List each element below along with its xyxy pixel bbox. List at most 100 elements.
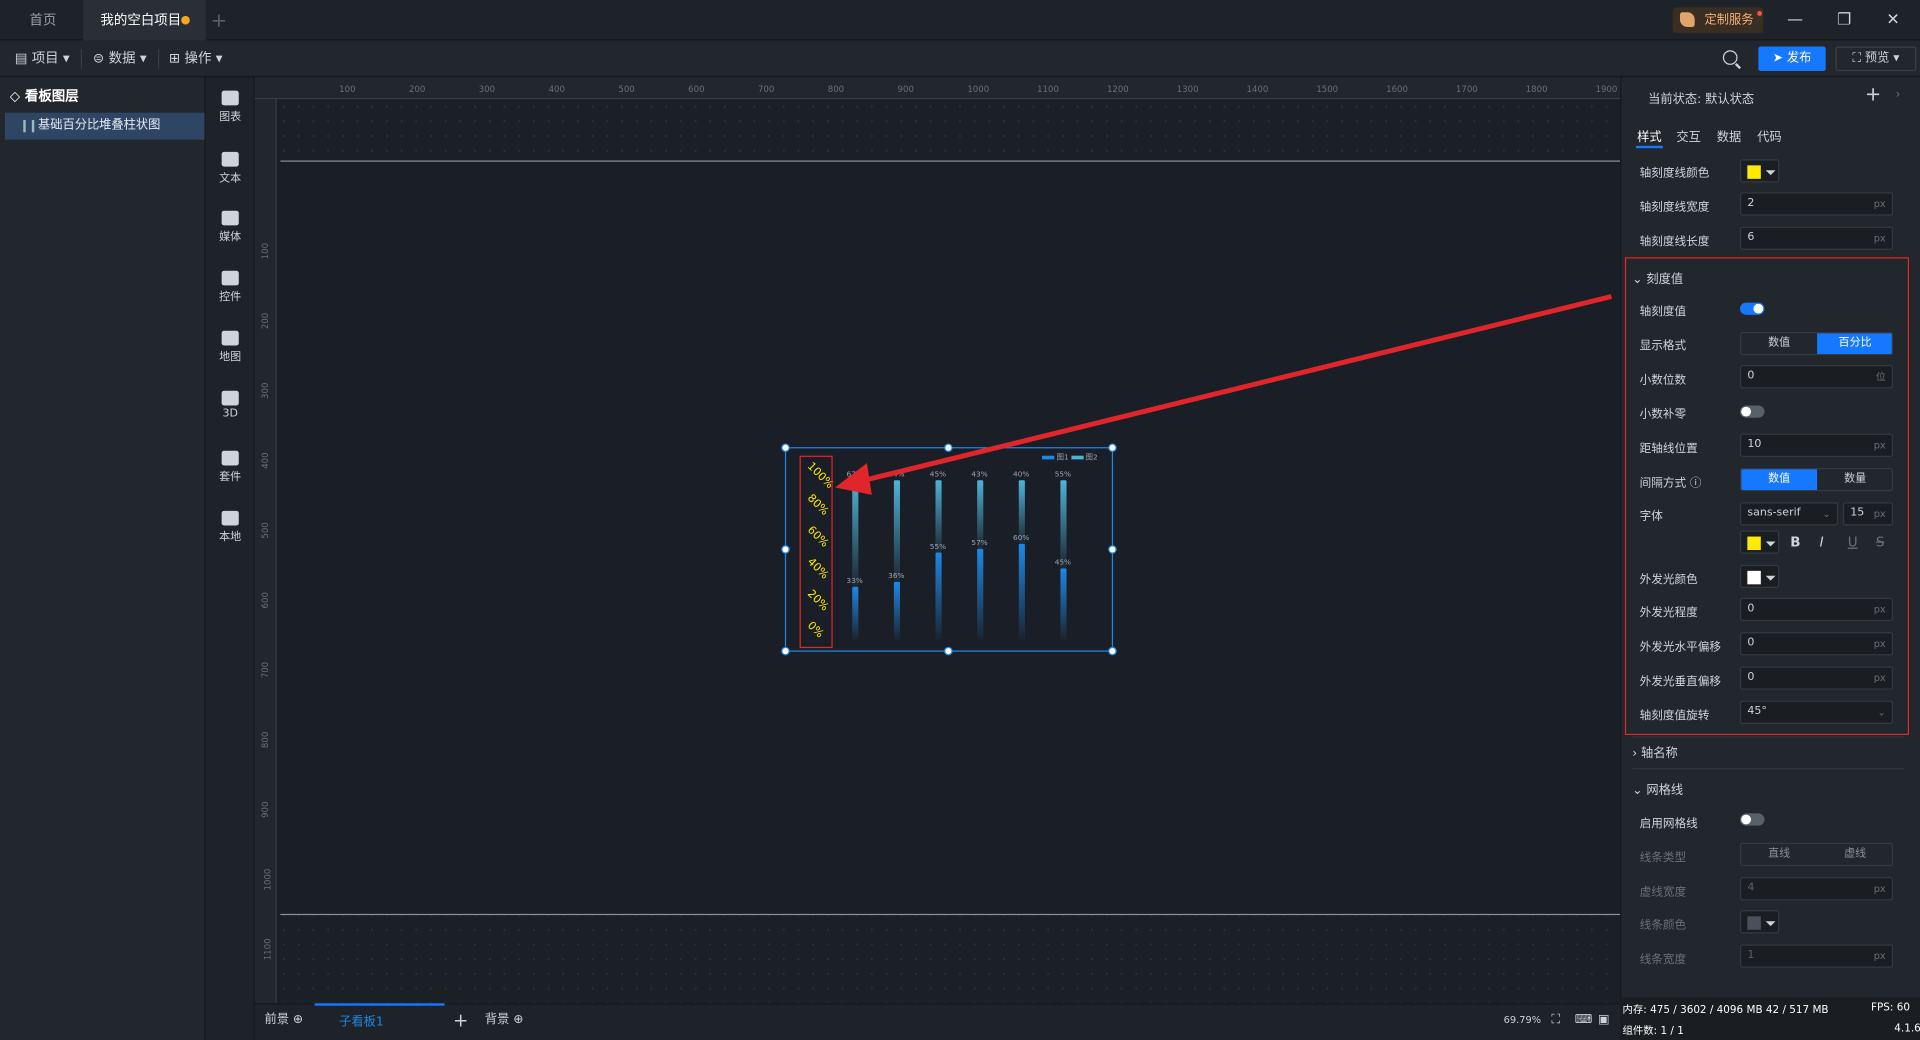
vertical-ruler: 100 200 300 400 500 600 700 800 900 1000 1100 [254,99,277,1004]
ruler-tick-label: 1100 [1037,84,1059,95]
ruler-tick-label: 700 [260,661,271,679]
grid-toggle[interactable] [1740,813,1765,826]
component-count: 组件数: 1 / 1 [1622,1025,1684,1038]
ruler-tick-label: 100 [260,242,271,260]
line-type-segmented[interactable]: 直线 虚线 [1740,842,1894,867]
ruler-tick-label: 1600 [1386,84,1408,95]
tab-interaction[interactable]: 交互 [1676,126,1700,144]
ruler-tick-label: 600 [688,84,705,95]
label: 线条颜色 [1639,918,1687,933]
chart-icon [221,90,239,106]
minimize-button[interactable]: — [1771,0,1820,40]
keyboard-icon[interactable]: ⌨ [1575,1003,1593,1037]
publish-button[interactable]: ➤ 发布 [1758,46,1826,72]
resize-handle[interactable] [781,545,790,554]
ruler-tick-label: 500 [618,84,635,95]
component-map[interactable]: 地图 [206,330,255,364]
ruler-tick-label: 1200 [1106,84,1129,95]
resize-handle[interactable] [781,443,790,453]
ruler-tick-label: 1900 [1595,84,1618,95]
tab-style[interactable]: 样式 [1637,126,1661,144]
tick-line-color-picker[interactable] [1740,159,1780,183]
layer-item[interactable]: 基础百分比堆叠柱状图 [4,112,205,140]
tab-data[interactable]: 数据 [1717,126,1741,144]
line-width-input[interactable]: 1 px [1740,944,1894,968]
ruler-tick-label: 400 [548,84,565,95]
component-media[interactable]: 媒体 [206,210,255,244]
ruler-tick-label: 700 [757,84,775,95]
ruler-tick-label: 1300 [1176,84,1199,95]
component-text[interactable]: 文本 [206,151,255,185]
unsaved-dot [181,15,190,25]
tick-line-length-input[interactable]: 6 px [1740,226,1894,250]
preview-button[interactable]: ⛶ 预览 ▾ [1835,46,1917,72]
label: 线条类型 [1639,851,1687,865]
ruler-tick-label: 1400 [1246,84,1269,95]
ruler-tick-label: 1500 [1316,84,1339,95]
line-dashed[interactable]: 虚线 [1817,844,1892,865]
sub-board-tab[interactable]: 子看板1 [314,1003,445,1040]
bar-chart-icon [23,120,35,133]
chevron-right-icon[interactable]: › [1896,88,1901,101]
service-icon [1680,12,1695,27]
media-icon [221,210,239,226]
axis-name-section[interactable]: › 轴名称 [1632,742,1904,774]
ruler-tick-label: 800 [827,84,845,95]
ruler-tick-label: 200 [260,312,271,330]
horizontal-ruler: 100 200 300 400 500 600 700 800 900 1000 1100 1200 1… [254,77,1621,100]
search-icon[interactable] [1722,50,1738,65]
label: 线条宽度 [1639,953,1687,967]
restore-button[interactable]: ❐ [1820,0,1869,40]
kit-icon [221,450,239,466]
close-button[interactable]: ✕ [1869,0,1918,40]
component-kit[interactable]: 套件 [206,450,255,484]
resize-handle[interactable] [1108,646,1117,656]
ruler-tick-label: 300 [260,382,271,399]
ops-menu[interactable]: ⊞ 操作 ▾ [162,40,230,77]
project-menu[interactable]: ▤ 项目 ▾ [7,40,77,77]
line-color-picker[interactable] [1740,910,1780,934]
tab-code[interactable]: 代码 [1757,126,1781,144]
component-control[interactable]: 控件 [206,270,255,304]
component-local[interactable]: 本地 [206,510,255,544]
ruler-tick-label: 1000 [967,84,990,95]
component-chart[interactable]: 图表 [206,90,255,124]
terminal-icon[interactable]: ▣ [1598,1003,1610,1037]
puzzle-icon [221,510,239,526]
add-board-icon[interactable]: + [453,1003,468,1037]
tab-underline [1635,145,1663,149]
tab-bar [0,0,1920,41]
fit-screen-icon[interactable]: ⛶ [1551,1003,1560,1037]
line-solid[interactable]: 直线 [1741,844,1817,865]
add-state-icon[interactable]: + [1865,82,1881,105]
tab-home[interactable]: 首页 [12,0,73,40]
grid-section[interactable]: ⌄ 网格线 [1632,779,1904,811]
ruler-tick-label: 1800 [1525,84,1548,95]
ruler-tick-label: 800 [260,731,271,749]
data-menu[interactable]: ⊜ 数据 ▾ [86,40,154,77]
background-tab[interactable]: 背景 ⊕ [485,1003,524,1037]
tick-line-width-input[interactable]: 2 px [1740,192,1894,216]
resize-handle[interactable] [944,646,953,656]
resize-handle[interactable] [944,443,953,453]
ruler-tick-label: 400 [260,452,271,469]
resize-handle[interactable] [1108,443,1117,453]
ruler-tick-label: 1100 [263,938,273,961]
ruler-tick-label: 900 [260,801,271,818]
notification-dot [1757,11,1763,16]
current-state: 当前状态: 默认状态 [1648,93,1755,107]
resize-handle[interactable] [781,646,790,656]
add-tab-icon[interactable]: + [211,0,227,40]
layer-panel [0,77,206,1040]
control-icon [221,270,239,286]
selection-box[interactable] [784,447,1114,652]
fps-counter: FPS: 60 [1871,1002,1910,1015]
dash-width-input[interactable]: 4 px [1740,877,1894,901]
ruler-tick-label: 500 [260,522,271,539]
foreground-tab[interactable]: 前景 ⊕ [264,1003,303,1037]
resize-handle[interactable] [1108,545,1117,554]
ruler-tick-label: 100 [339,84,356,95]
zoom-level[interactable]: 69.79% [1504,1003,1541,1037]
ruler-tick-label: 900 [897,84,914,95]
component-3d[interactable]: 3D [206,390,255,420]
